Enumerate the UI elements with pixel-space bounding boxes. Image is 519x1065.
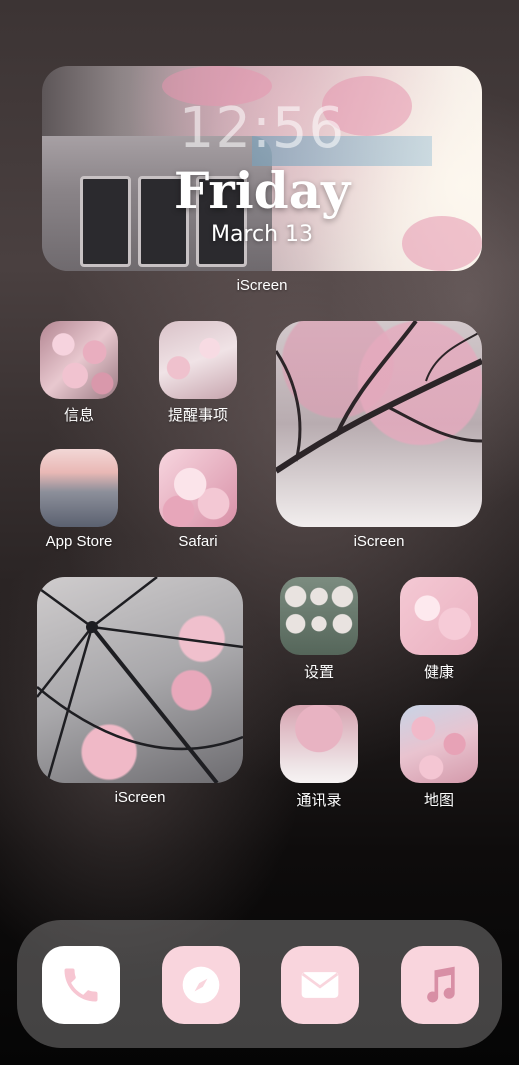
safari-app-icon[interactable] — [159, 449, 237, 527]
messages-app-label: 信息 — [63, 407, 94, 424]
maps-app-label: 地图 — [423, 792, 454, 809]
reminders-app-icon[interactable] — [159, 321, 237, 399]
contacts-app-label: 通讯录 — [296, 792, 342, 809]
tree-widget-caption: iScreen — [353, 533, 405, 550]
health-app-icon[interactable] — [400, 577, 478, 655]
maps-app-icon[interactable] — [400, 705, 478, 783]
music-icon — [427, 966, 455, 1003]
dock-music-button[interactable] — [401, 946, 479, 1024]
contacts-app-icon[interactable] — [280, 705, 358, 783]
clock-photo-widget[interactable]: 12:56 Friday March 13 — [42, 66, 482, 271]
photo-widget-umbrella[interactable] — [37, 577, 243, 783]
photo-widget-tree[interactable] — [276, 321, 482, 527]
widget-time: 12:56 — [178, 96, 346, 161]
tree-branches-graphic — [276, 321, 482, 474]
reminders-app-label: 提醒事项 — [167, 407, 228, 424]
health-app-label: 健康 — [423, 664, 454, 681]
clock-widget-caption: iScreen — [236, 277, 288, 294]
app-store-label: App Store — [45, 533, 113, 550]
safari-app-label: Safari — [178, 533, 218, 550]
umbrella-ribs-graphic — [37, 577, 243, 783]
dock-mail-button[interactable] — [281, 946, 359, 1024]
phone-icon — [64, 968, 98, 1002]
messages-app-icon[interactable] — [40, 321, 118, 399]
umbrella-widget-caption: iScreen — [114, 789, 166, 806]
app-store-icon[interactable] — [40, 449, 118, 527]
compass-icon — [182, 966, 220, 1004]
widget-date: March 13 — [210, 222, 314, 247]
settings-app-icon[interactable] — [280, 577, 358, 655]
settings-app-label: 设置 — [303, 664, 334, 681]
dock-safari-button[interactable] — [162, 946, 240, 1024]
dock-phone-button[interactable] — [42, 946, 120, 1024]
mail-icon — [301, 972, 339, 998]
widget-day: Friday — [173, 161, 351, 220]
